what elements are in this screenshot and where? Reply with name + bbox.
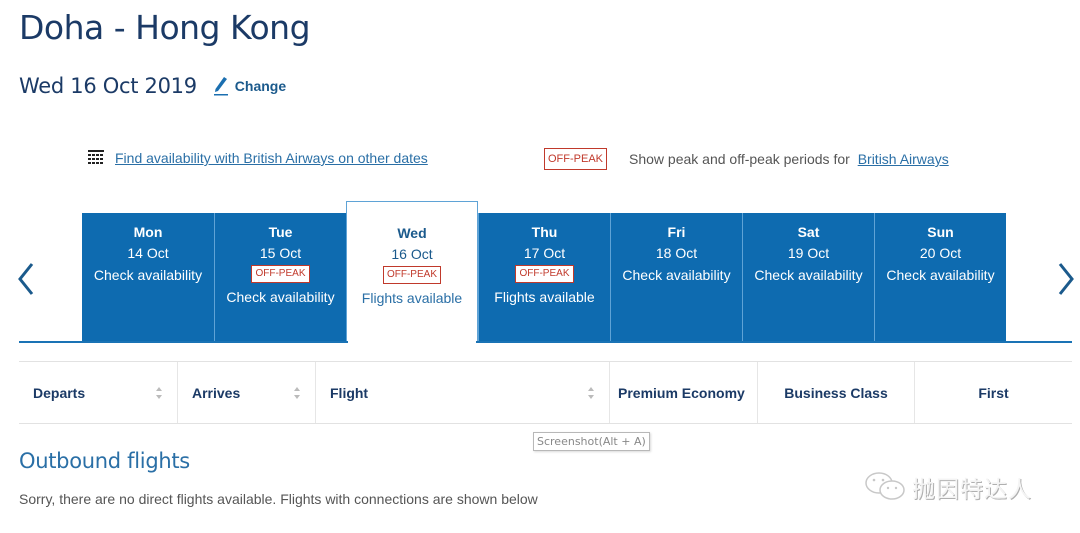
- offpeak-badge: OFF-PEAK: [251, 265, 310, 283]
- date-tab-thu[interactable]: Thu 17 Oct OFF-PEAK Flights available: [478, 213, 610, 341]
- offpeak-legend-badge: OFF-PEAK: [544, 148, 608, 170]
- page-title: Doha - Hong Kong: [19, 8, 311, 47]
- selected-day-gap: [348, 341, 476, 343]
- watermark: 抛因特达人: [864, 470, 1032, 504]
- day-name: Sat: [797, 224, 820, 240]
- peak-periods-row: OFF-PEAK Show peak and off-peak periods …: [544, 148, 949, 170]
- outbound-heading: Outbound flights: [19, 449, 190, 473]
- offpeak-badge-wrap: OFF-PEAK: [215, 261, 346, 283]
- offpeak-badge-wrap: OFF-PEAK: [479, 261, 610, 283]
- column-label: Departs: [33, 384, 86, 401]
- date-tab-mon[interactable]: Mon 14 Oct Check availability: [82, 213, 214, 341]
- chevron-right-icon: [1058, 263, 1074, 295]
- day-date: 18 Oct: [655, 245, 698, 261]
- day-date: 16 Oct: [391, 246, 433, 262]
- day-date: 15 Oct: [259, 245, 302, 261]
- date-tab-wed[interactable]: Wed 16 Oct OFF-PEAK Flights available: [346, 201, 478, 343]
- day-status: Check availability: [93, 267, 203, 283]
- day-name: Tue: [268, 224, 293, 240]
- previous-dates-button[interactable]: [16, 262, 36, 301]
- pencil-icon: [213, 77, 228, 96]
- column-label: First: [978, 384, 1009, 401]
- column-departs[interactable]: Departs: [19, 362, 177, 423]
- sort-icon: [588, 387, 594, 399]
- no-direct-flights-message: Sorry, there are no direct flights avail…: [19, 491, 538, 507]
- date-tab-tue[interactable]: Tue 15 Oct OFF-PEAK Check availability: [214, 213, 346, 341]
- peak-periods-text: Show peak and off-peak periods for Briti…: [629, 151, 949, 167]
- selected-date: Wed 16 Oct 2019: [19, 74, 197, 98]
- offpeak-badge: OFF-PEAK: [515, 265, 574, 283]
- chevron-left-icon: [18, 263, 34, 295]
- column-business-class: Business Class: [757, 362, 914, 423]
- day-status: Check availability: [754, 267, 863, 283]
- find-availability-link[interactable]: Find availability with British Airways o…: [115, 150, 428, 166]
- sort-icon: [294, 387, 300, 399]
- day-name: Sun: [927, 224, 954, 240]
- change-date-button[interactable]: Change: [213, 76, 286, 96]
- column-first: First: [914, 362, 1072, 423]
- watermark-text: 抛因特达人: [912, 477, 1032, 503]
- day-date: 14 Oct: [127, 245, 169, 261]
- offpeak-badge: OFF-PEAK: [382, 266, 441, 284]
- date-strip: Mon 14 Oct Check availability Tue 15 Oct OFF-…: [82, 201, 1006, 343]
- column-label: Premium Economy: [618, 384, 745, 401]
- column-label: Flight: [330, 384, 369, 401]
- day-status: Flights available: [494, 289, 595, 305]
- day-date: 20 Oct: [919, 245, 962, 261]
- selected-date-row: Wed 16 Oct 2019 Change: [19, 74, 286, 98]
- column-flight[interactable]: Flight: [315, 362, 609, 423]
- column-premium-economy: Premium Economy: [609, 362, 757, 423]
- date-strip-underline: [19, 341, 1072, 343]
- wechat-icon: [865, 472, 905, 500]
- day-status: Check availability: [886, 267, 995, 283]
- change-date-label: Change: [234, 78, 287, 94]
- flights-table-header: Departs Arrives Flight Premium Economy B…: [19, 361, 1072, 424]
- date-tab-fri[interactable]: Fri 18 Oct Check availability: [610, 213, 742, 341]
- day-name: Wed: [397, 225, 427, 241]
- peak-periods-label: Show peak and off-peak periods for: [629, 151, 850, 167]
- day-name: Thu: [531, 224, 558, 240]
- day-date: 19 Oct: [787, 245, 830, 261]
- offpeak-badge-wrap: OFF-PEAK: [347, 262, 477, 284]
- column-label: Arrives: [192, 384, 241, 401]
- day-name: Fri: [667, 224, 686, 240]
- column-label: Business Class: [784, 384, 888, 401]
- day-status: Check availability: [622, 267, 731, 283]
- calendar-grid-icon: [88, 150, 104, 164]
- next-dates-button[interactable]: [1056, 262, 1076, 301]
- day-name: Mon: [133, 224, 163, 240]
- day-status: Flights available: [361, 290, 463, 306]
- british-airways-link[interactable]: British Airways: [858, 151, 949, 167]
- column-arrives[interactable]: Arrives: [177, 362, 315, 423]
- day-status: Check availability: [226, 289, 335, 305]
- date-tab-sun[interactable]: Sun 20 Oct Check availability: [874, 213, 1006, 341]
- day-date: 17 Oct: [523, 245, 566, 261]
- screenshot-tooltip: Screenshot(Alt + A): [533, 432, 650, 451]
- other-dates-row: Find availability with British Airways o…: [88, 150, 428, 166]
- date-tab-sat[interactable]: Sat 19 Oct Check availability: [742, 213, 874, 341]
- sort-icon: [156, 387, 162, 399]
